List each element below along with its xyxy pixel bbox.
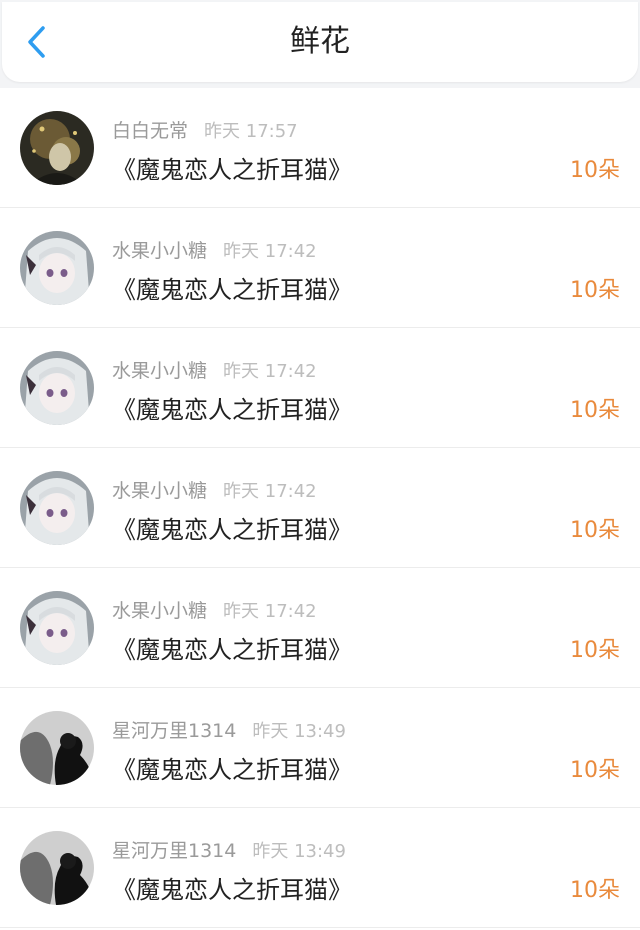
- gift-row[interactable]: 白白无常 昨天 17:57 《魔鬼恋人之折耳猫》 10朵: [0, 88, 640, 208]
- work-title: 《魔鬼恋人之折耳猫》: [112, 396, 352, 424]
- avatar[interactable]: [20, 831, 94, 905]
- gift-row[interactable]: 星河万里1314 昨天 13:49 《魔鬼恋人之折耳猫》 10朵: [0, 688, 640, 808]
- flower-count: 10朵: [570, 278, 620, 303]
- username: 白白无常 昨天 17:57: [112, 120, 298, 142]
- gift-row[interactable]: 水果小小糖 昨天 17:42 《魔鬼恋人之折耳猫》 10朵: [0, 448, 640, 568]
- timestamp: 昨天 17:42: [223, 601, 317, 622]
- work-title: 《魔鬼恋人之折耳猫》: [112, 276, 352, 304]
- avatar[interactable]: [20, 471, 94, 545]
- timestamp: 昨天 17:57: [204, 121, 298, 142]
- timestamp: 昨天 17:42: [223, 481, 317, 502]
- work-title: 《魔鬼恋人之折耳猫》: [112, 156, 352, 184]
- work-title: 《魔鬼恋人之折耳猫》: [112, 636, 352, 664]
- gift-row[interactable]: 水果小小糖 昨天 17:42 《魔鬼恋人之折耳猫》 10朵: [0, 328, 640, 448]
- timestamp: 昨天 13:49: [252, 721, 346, 742]
- chevron-left-icon: [28, 26, 45, 58]
- flower-count: 10朵: [570, 638, 620, 663]
- avatar[interactable]: [20, 231, 94, 305]
- avatar[interactable]: [20, 351, 94, 425]
- username: 水果小小糖 昨天 17:42: [112, 240, 317, 262]
- avatar[interactable]: [20, 111, 94, 185]
- page-title: 鲜花: [290, 24, 350, 59]
- work-title: 《魔鬼恋人之折耳猫》: [112, 756, 352, 784]
- username: 星河万里1314 昨天 13:49: [112, 720, 346, 742]
- work-title: 《魔鬼恋人之折耳猫》: [112, 516, 352, 544]
- back-button[interactable]: [18, 22, 54, 62]
- work-title: 《魔鬼恋人之折耳猫》: [112, 876, 352, 904]
- avatar[interactable]: [20, 711, 94, 785]
- top-bar: 鲜花: [2, 2, 638, 82]
- timestamp: 昨天 13:49: [252, 841, 346, 862]
- flower-count: 10朵: [570, 758, 620, 783]
- username: 水果小小糖 昨天 17:42: [112, 600, 317, 622]
- username: 水果小小糖 昨天 17:42: [112, 480, 317, 502]
- timestamp: 昨天 17:42: [223, 361, 317, 382]
- timestamp: 昨天 17:42: [223, 241, 317, 262]
- username: 星河万里1314 昨天 13:49: [112, 840, 346, 862]
- gift-row[interactable]: 星河万里1314 昨天 13:49 《魔鬼恋人之折耳猫》 10朵: [0, 808, 640, 928]
- avatar[interactable]: [20, 591, 94, 665]
- flower-count: 10朵: [570, 878, 620, 903]
- flower-gift-list: 白白无常 昨天 17:57 《魔鬼恋人之折耳猫》 10朵 水果小小糖 昨天 17:4…: [0, 88, 640, 930]
- gift-row[interactable]: 水果小小糖 昨天 17:42 《魔鬼恋人之折耳猫》 10朵: [0, 568, 640, 688]
- username: 水果小小糖 昨天 17:42: [112, 360, 317, 382]
- flower-count: 10朵: [570, 158, 620, 183]
- flower-count: 10朵: [570, 518, 620, 543]
- flower-count: 10朵: [570, 398, 620, 423]
- gift-row[interactable]: 水果小小糖 昨天 17:42 《魔鬼恋人之折耳猫》 10朵: [0, 208, 640, 328]
- divider: [0, 927, 640, 928]
